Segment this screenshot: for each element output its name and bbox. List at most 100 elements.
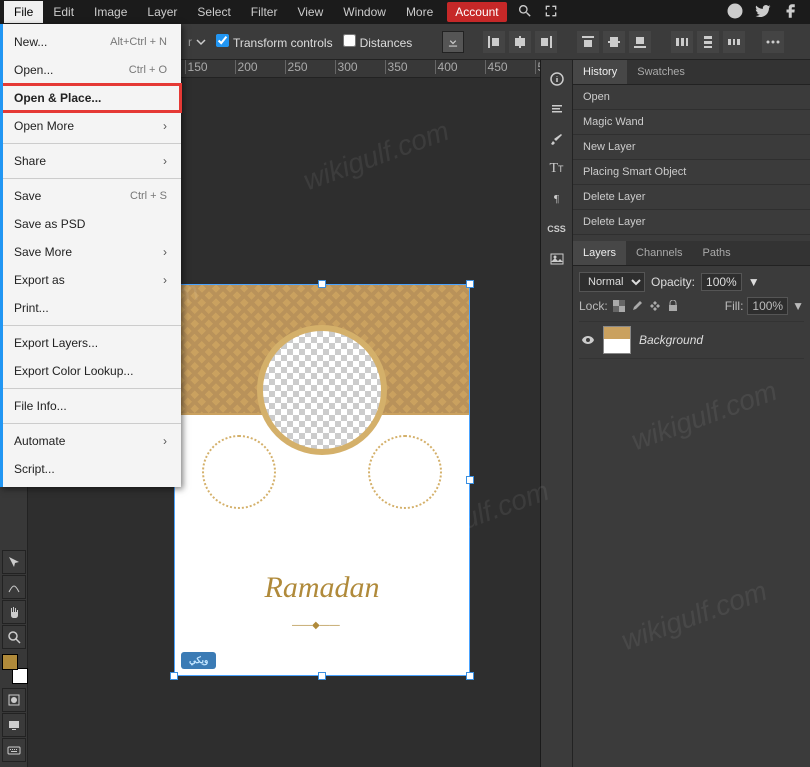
transform-handle[interactable] bbox=[170, 672, 178, 680]
hand-tool-icon[interactable] bbox=[2, 600, 26, 624]
tab-history[interactable]: History bbox=[573, 60, 627, 84]
distribute-v-icon[interactable] bbox=[697, 31, 719, 53]
menu-save-more[interactable]: Save More› bbox=[0, 238, 181, 266]
title-text: Ramadan bbox=[175, 571, 469, 605]
transform-controls-checkbox[interactable]: Transform controls bbox=[216, 34, 333, 50]
fill-label: Fill: bbox=[725, 299, 744, 313]
history-item[interactable]: New Layer bbox=[573, 135, 810, 160]
watermark-badge: ويكي bbox=[181, 652, 216, 669]
facebook-icon[interactable] bbox=[782, 2, 800, 23]
distribute-h-icon[interactable] bbox=[671, 31, 693, 53]
menu-export-color-lookup[interactable]: Export Color Lookup... bbox=[0, 357, 181, 385]
glyphs-panel-icon[interactable]: ¶ bbox=[544, 186, 570, 212]
transform-handle[interactable] bbox=[318, 280, 326, 288]
lock-position-icon[interactable] bbox=[648, 299, 662, 313]
transform-handle[interactable] bbox=[466, 280, 474, 288]
path-tool-icon[interactable] bbox=[2, 575, 26, 599]
brush-panel-icon[interactable] bbox=[544, 126, 570, 152]
transform-handle[interactable] bbox=[318, 672, 326, 680]
menu-open-more[interactable]: Open More› bbox=[0, 112, 181, 140]
menu-window[interactable]: Window bbox=[333, 1, 396, 23]
distances-checkbox[interactable]: Distances bbox=[343, 34, 413, 50]
more-options-icon[interactable] bbox=[762, 31, 784, 53]
opacity-value[interactable]: 100% bbox=[701, 273, 742, 291]
twitter-icon[interactable] bbox=[754, 2, 772, 23]
blend-mode-select[interactable]: Normal bbox=[579, 272, 645, 292]
menu-edit[interactable]: Edit bbox=[43, 1, 84, 23]
layer-row[interactable]: Background bbox=[579, 321, 804, 359]
right-panels: ◂▸ TT ¶ CSS History Swatches Open Magic … bbox=[540, 60, 810, 767]
menu-share[interactable]: Share› bbox=[0, 147, 181, 175]
tab-channels[interactable]: Channels bbox=[626, 241, 692, 265]
align-top-icon[interactable] bbox=[577, 31, 599, 53]
history-item[interactable]: Magic Wand bbox=[573, 110, 810, 135]
divider-ornament bbox=[292, 617, 352, 625]
history-item[interactable]: Delete Layer bbox=[573, 210, 810, 235]
align-hcenter-icon[interactable] bbox=[509, 31, 531, 53]
history-item[interactable]: Placing Smart Object bbox=[573, 160, 810, 185]
menu-open-and-place[interactable]: Open & Place... bbox=[0, 84, 181, 112]
menu-open[interactable]: Open...Ctrl + O bbox=[0, 56, 181, 84]
ornament-flourish bbox=[222, 435, 422, 515]
menu-file[interactable]: File bbox=[4, 1, 43, 23]
layers-panel: Layers Channels Paths Normal Opacity: 10… bbox=[573, 241, 810, 365]
tab-paths[interactable]: Paths bbox=[693, 241, 741, 265]
menu-view[interactable]: View bbox=[287, 1, 333, 23]
tool-preset[interactable]: r bbox=[188, 35, 206, 49]
menu-more[interactable]: More bbox=[396, 1, 443, 23]
tools-toolbar bbox=[2, 550, 28, 763]
align-right-icon[interactable] bbox=[535, 31, 557, 53]
transform-handle[interactable] bbox=[466, 476, 474, 484]
visibility-icon[interactable] bbox=[581, 333, 595, 347]
opacity-slider-icon[interactable]: ▼ bbox=[748, 275, 760, 289]
screenmode-icon[interactable] bbox=[2, 713, 26, 737]
tab-swatches[interactable]: Swatches bbox=[627, 60, 695, 84]
zoom-tool-icon[interactable] bbox=[2, 625, 26, 649]
search-icon[interactable] bbox=[517, 3, 533, 22]
lock-all-icon[interactable] bbox=[666, 299, 680, 313]
tab-layers[interactable]: Layers bbox=[573, 241, 626, 265]
layer-thumbnail bbox=[603, 326, 631, 354]
css-panel-icon[interactable]: CSS bbox=[544, 216, 570, 242]
fullscreen-icon[interactable] bbox=[543, 3, 559, 22]
file-menu-dropdown: New...Alt+Ctrl + N Open...Ctrl + O Open … bbox=[0, 24, 181, 487]
distribute-spacing-icon[interactable] bbox=[723, 31, 745, 53]
history-item[interactable]: Delete Layer bbox=[573, 185, 810, 210]
reddit-icon[interactable] bbox=[726, 2, 744, 23]
menu-filter[interactable]: Filter bbox=[241, 1, 288, 23]
align-left-icon[interactable] bbox=[483, 31, 505, 53]
menu-automate[interactable]: Automate› bbox=[0, 427, 181, 455]
image-panel-icon[interactable] bbox=[544, 246, 570, 272]
menu-save-as-psd[interactable]: Save as PSD bbox=[0, 210, 181, 238]
menu-print[interactable]: Print... bbox=[0, 294, 181, 322]
history-item[interactable]: Open bbox=[573, 85, 810, 110]
fill-value[interactable]: 100% bbox=[747, 297, 788, 315]
menu-layer[interactable]: Layer bbox=[137, 1, 187, 23]
align-vcenter-icon[interactable] bbox=[603, 31, 625, 53]
lock-transparency-icon[interactable] bbox=[612, 299, 626, 313]
fill-slider-icon[interactable]: ▼ bbox=[792, 299, 804, 313]
menu-save[interactable]: SaveCtrl + S bbox=[0, 182, 181, 210]
keyboard-icon[interactable] bbox=[2, 738, 26, 762]
download-icon[interactable] bbox=[442, 31, 464, 53]
menu-file-info[interactable]: File Info... bbox=[0, 392, 181, 420]
align-bottom-icon[interactable] bbox=[629, 31, 651, 53]
menu-image[interactable]: Image bbox=[84, 1, 137, 23]
account-button[interactable]: Account bbox=[447, 2, 506, 22]
menu-new[interactable]: New...Alt+Ctrl + N bbox=[0, 28, 181, 56]
history-panel: History Swatches Open Magic Wand New Lay… bbox=[573, 60, 810, 235]
quickmask-icon[interactable] bbox=[2, 688, 26, 712]
document-canvas[interactable]: Ramadan ويكي bbox=[175, 285, 469, 675]
transform-handle[interactable] bbox=[466, 672, 474, 680]
color-swatches[interactable] bbox=[2, 654, 28, 684]
character-panel-icon[interactable]: TT bbox=[544, 156, 570, 182]
menu-export-layers[interactable]: Export Layers... bbox=[0, 329, 181, 357]
move-tool-icon[interactable] bbox=[2, 550, 26, 574]
lock-brush-icon[interactable] bbox=[630, 299, 644, 313]
menu-select[interactable]: Select bbox=[187, 1, 240, 23]
menu-export-as[interactable]: Export as› bbox=[0, 266, 181, 294]
paragraph-panel-icon[interactable] bbox=[544, 96, 570, 122]
menu-script[interactable]: Script... bbox=[0, 455, 181, 483]
layer-name[interactable]: Background bbox=[639, 333, 703, 347]
info-panel-icon[interactable] bbox=[544, 66, 570, 92]
